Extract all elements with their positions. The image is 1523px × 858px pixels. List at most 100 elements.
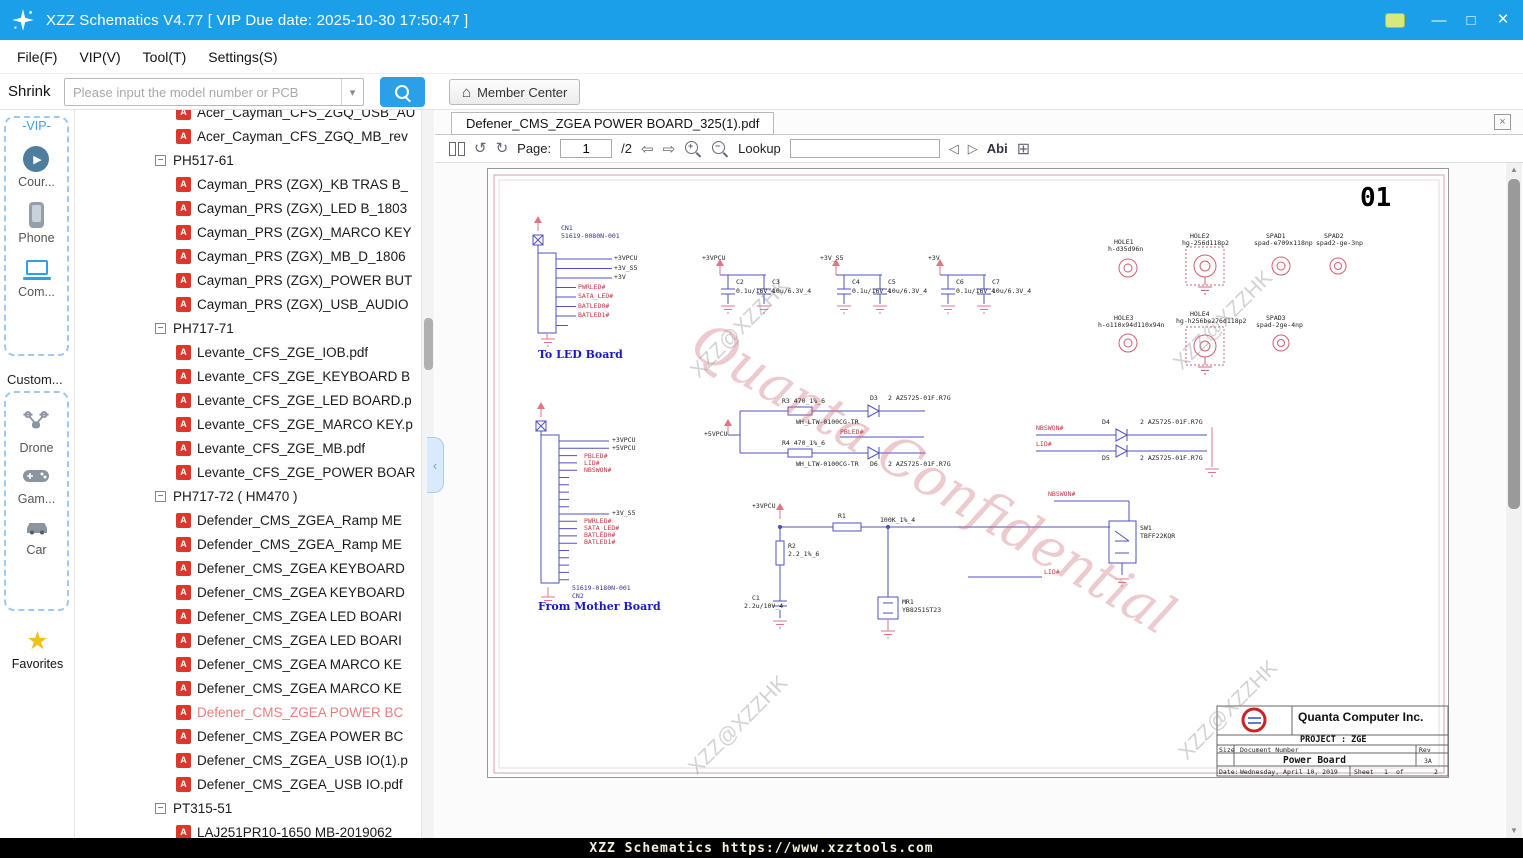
course-play-icon: ▶ (23, 146, 49, 172)
tree-file-row[interactable]: ADefener_CMS_ZGEA MARCO KE (75, 676, 421, 700)
close-document-icon[interactable]: × (1494, 114, 1511, 130)
tree-item-label: Levante_CFS_ZGE_POWER BOAR (197, 465, 415, 480)
tree-file-row[interactable]: ACayman_PRS (ZGX)_KB TRAS B_ (75, 172, 421, 196)
tree-file-row[interactable]: ADefener_CMS_ZGEA_USB IO(1).p (75, 748, 421, 772)
member-center-label: Member Center (477, 85, 567, 100)
next-page-icon[interactable]: ⇨ (663, 140, 676, 158)
combo-dropdown-icon[interactable]: ▾ (341, 79, 363, 105)
tree-file-row[interactable]: ACayman_PRS (ZGX)_USB_AUDIO (75, 292, 421, 316)
lookup-next-icon[interactable]: ▷ (968, 141, 978, 157)
menu-item[interactable]: Tool(T) (132, 49, 198, 65)
sidebar-item-computer[interactable]: Com... (18, 258, 55, 299)
sidebar-item-favorites[interactable]: ★ Favorites (0, 628, 75, 671)
sidebar-item-drone[interactable]: Drone (19, 410, 53, 455)
rotate-right-icon[interactable]: ↻ (496, 141, 509, 157)
pdf-viewer[interactable]: 01 Quanta Confidential XZZ@XZZHK XZZ@XZZ… (435, 163, 1505, 838)
schematic-label: spad2-ge-3np (1316, 240, 1363, 247)
schematic-label: BATLED1# (578, 312, 609, 319)
page-number-input[interactable] (560, 139, 612, 158)
schematic-label: 2 AZ5725-01F.R7G (888, 461, 951, 468)
tree-file-row[interactable]: AAcer_Cayman_CFS_ZGQ_USB_AU (75, 110, 421, 124)
model-search-input[interactable] (65, 79, 341, 105)
tree-file-row[interactable]: ALevante_CFS_ZGE_MARCO KEY.p (75, 412, 421, 436)
tree-file-row[interactable]: ADefener_CMS_ZGEA_USB IO.pdf (75, 772, 421, 796)
tree-group-row[interactable]: −PH517-61 (75, 148, 421, 172)
sidebar-item-game[interactable]: Gam... (18, 468, 56, 506)
pdf-icon: A (176, 129, 191, 144)
text-select-tool[interactable]: Abi (987, 141, 1008, 156)
tree-group-row[interactable]: −PH717-72 ( HM470 ) (75, 484, 421, 508)
vip-card-icon[interactable] (1385, 13, 1405, 28)
title-bar: XZZ Schematics V4.77 [ VIP Due date: 202… (0, 0, 1523, 40)
zoom-in-icon[interactable]: + (684, 140, 702, 158)
zoom-out-icon[interactable]: − (711, 140, 729, 158)
panel-collapse-handle[interactable]: ‹ (427, 437, 444, 493)
schematic-page: 01 Quanta Confidential XZZ@XZZHK XZZ@XZZ… (487, 168, 1449, 778)
thumbnail-grid-icon[interactable]: ⊞ (1017, 139, 1030, 159)
pdf-icon: A (176, 777, 191, 792)
tree-item-label: Defener_CMS_ZGEA LED BOARI (197, 609, 402, 624)
viewer-scrollbar[interactable]: ▲ ▼ (1506, 163, 1522, 838)
model-search-combo[interactable]: ▾ (64, 78, 364, 106)
lookup-input[interactable] (790, 139, 940, 158)
collapse-icon[interactable]: − (155, 803, 166, 814)
scroll-down-icon[interactable]: ▼ (1506, 824, 1522, 838)
schematic-label: +5VPCU (704, 431, 727, 438)
shrink-button[interactable]: Shrink (8, 74, 51, 110)
lookup-previous-icon[interactable]: ◁ (949, 141, 959, 157)
tree-file-row[interactable]: ADefener_CMS_ZGEA POWER BC (75, 700, 421, 724)
tree-group-row[interactable]: −PH717-71 (75, 316, 421, 340)
document-tab[interactable]: Defener_CMS_ZGEA POWER BOARD_325(1).pdf (451, 112, 774, 135)
custom-section: Drone Gam... Car (4, 391, 69, 611)
menu-item[interactable]: File(F) (6, 49, 68, 65)
previous-page-icon[interactable]: ⇦ (641, 140, 654, 158)
maximize-button[interactable]: □ (1455, 0, 1487, 40)
tree-file-row[interactable]: ADefener_CMS_ZGEA MARCO KE (75, 652, 421, 676)
viewer-scrollbar-thumb[interactable] (1508, 179, 1520, 509)
schematic-label: C2 (736, 279, 744, 286)
close-button[interactable]: × (1487, 0, 1519, 40)
tree-file-row[interactable]: ADefener_CMS_ZGEA POWER BC (75, 724, 421, 748)
tree-file-row[interactable]: ALevante_CFS_ZGE_IOB.pdf (75, 340, 421, 364)
collapse-icon[interactable]: − (155, 323, 166, 334)
sidebar-item-car[interactable]: Car (24, 519, 50, 557)
app-window: XZZ Schematics V4.77 [ VIP Due date: 202… (0, 0, 1523, 858)
tree-file-row[interactable]: ACayman_PRS (ZGX)_POWER BUT (75, 268, 421, 292)
scroll-up-icon[interactable]: ▲ (1506, 163, 1522, 177)
search-button[interactable] (380, 77, 425, 107)
schematic-label: hg-h256be276d118p2 (1176, 318, 1246, 325)
tree-file-row[interactable]: ADefener_CMS_ZGEA LED BOARI (75, 604, 421, 628)
tree-file-row[interactable]: ALevante_CFS_ZGE_POWER BOAR (75, 460, 421, 484)
tree-file-row[interactable]: ALevante_CFS_ZGE_MB.pdf (75, 436, 421, 460)
tree-file-row[interactable]: ACayman_PRS (ZGX)_MARCO KEY (75, 220, 421, 244)
collapse-icon[interactable]: − (155, 491, 166, 502)
sidebar-item-course[interactable]: ▶ Cour... (18, 146, 55, 189)
page-label: Page: (517, 141, 551, 156)
tree-scrollbar-thumb[interactable] (424, 318, 433, 370)
menu-item[interactable]: VIP(V) (68, 49, 131, 65)
tree-file-row[interactable]: ADefender_CMS_ZGEA_Ramp ME (75, 532, 421, 556)
tree-file-row[interactable]: ALAJ251PR10-1650 MB-2019062 (75, 820, 421, 838)
tree-item-label: Cayman_PRS (ZGX)_MB_D_1806 (197, 249, 406, 264)
tree-file-row[interactable]: ALevante_CFS_ZGE_KEYBOARD B (75, 364, 421, 388)
two-page-view-icon[interactable] (449, 142, 465, 156)
menu-item[interactable]: Settings(S) (197, 49, 288, 65)
rotate-left-icon[interactable]: ↺ (474, 141, 487, 157)
status-bar: XZZ Schematics https://www.xzztools.com (0, 838, 1523, 858)
tree-file-row[interactable]: ACayman_PRS (ZGX)_LED B_1803 (75, 196, 421, 220)
member-center-button[interactable]: ⌂ Member Center (449, 79, 580, 105)
tree-file-row[interactable]: ADefener_CMS_ZGEA KEYBOARD (75, 556, 421, 580)
tree-group-row[interactable]: −PT315-51 (75, 796, 421, 820)
tree-file-row[interactable]: ADefener_CMS_ZGEA KEYBOARD (75, 580, 421, 604)
tree-file-row[interactable]: AAcer_Cayman_CFS_ZGQ_MB_rev (75, 124, 421, 148)
sidebar-item-label: Drone (19, 441, 53, 455)
sidebar-item-label: Car (26, 543, 46, 557)
tree-file-row[interactable]: ACayman_PRS (ZGX)_MB_D_1806 (75, 244, 421, 268)
tree-file-row[interactable]: ALevante_CFS_ZGE_LED BOARD.p (75, 388, 421, 412)
minimize-button[interactable]: — (1423, 0, 1455, 40)
sidebar-item-label: Gam... (18, 492, 56, 506)
collapse-icon[interactable]: − (155, 155, 166, 166)
sidebar-item-phone[interactable]: Phone (18, 202, 54, 245)
tree-file-row[interactable]: ADefender_CMS_ZGEA_Ramp ME (75, 508, 421, 532)
tree-file-row[interactable]: ADefener_CMS_ZGEA LED BOARI (75, 628, 421, 652)
